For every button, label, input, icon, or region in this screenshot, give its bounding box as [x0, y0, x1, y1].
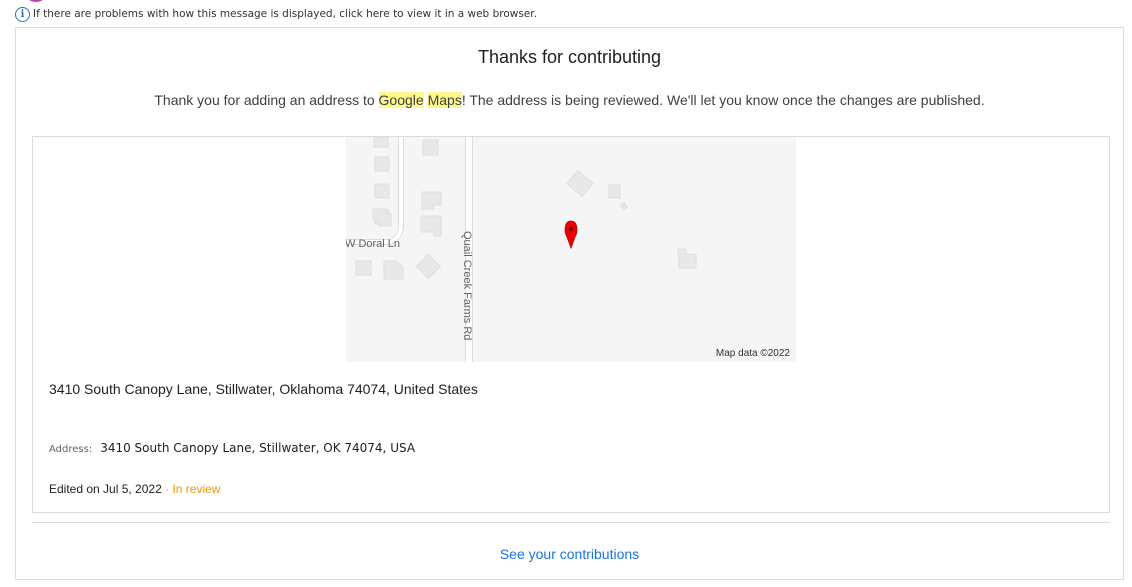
email-subtitle: Thank you for adding an address to Googl…	[16, 92, 1123, 108]
subtitle-text-after: ! The address is being reviewed. We'll l…	[461, 92, 985, 108]
avatar	[24, 0, 48, 2]
edited-date: Edited on Jul 5, 2022	[49, 482, 162, 496]
street-label-doral: W Doral Ln	[346, 238, 400, 250]
highlight-maps: Maps	[427, 92, 462, 108]
status-badge: In review	[172, 482, 221, 496]
divider	[32, 522, 1110, 523]
email-title: Thanks for contributing	[477, 47, 662, 67]
status-separator: ·	[161, 482, 173, 496]
info-bar[interactable]: i If there are problems with how this me…	[15, 6, 537, 22]
map-graphic: W Doral Ln Quail Creek Farms Rd	[346, 137, 796, 362]
address-value: 3410 South Canopy Lane, Stillwater, OK 7…	[100, 441, 416, 455]
address-label: Address:	[49, 444, 93, 455]
address-row: Address: 3410 South Canopy Lane, Stillwa…	[49, 441, 415, 455]
info-icon: i	[15, 6, 30, 22]
map-credit: Map data ©2022	[715, 348, 790, 359]
map-image[interactable]: W Doral Ln Quail Creek Farms Rd Map data…	[346, 137, 796, 362]
highlight-google: Google	[378, 92, 424, 108]
info-bar-text[interactable]: If there are problems with how this mess…	[33, 8, 537, 20]
see-contributions-link[interactable]: See your contributions	[16, 546, 1123, 562]
edited-row: Edited on Jul 5, 2022 · In review	[49, 482, 220, 496]
street-label-quail-creek: Quail Creek Farms Rd	[461, 231, 473, 340]
subtitle-text-before: Thank you for adding an address to	[154, 92, 379, 108]
email-card: Thanks for contributing Thank you for ad…	[15, 27, 1124, 580]
place-name: 3410 South Canopy Lane, Stillwater, Okla…	[49, 381, 478, 397]
contribution-card: W Doral Ln Quail Creek Farms Rd Map data…	[32, 136, 1110, 513]
